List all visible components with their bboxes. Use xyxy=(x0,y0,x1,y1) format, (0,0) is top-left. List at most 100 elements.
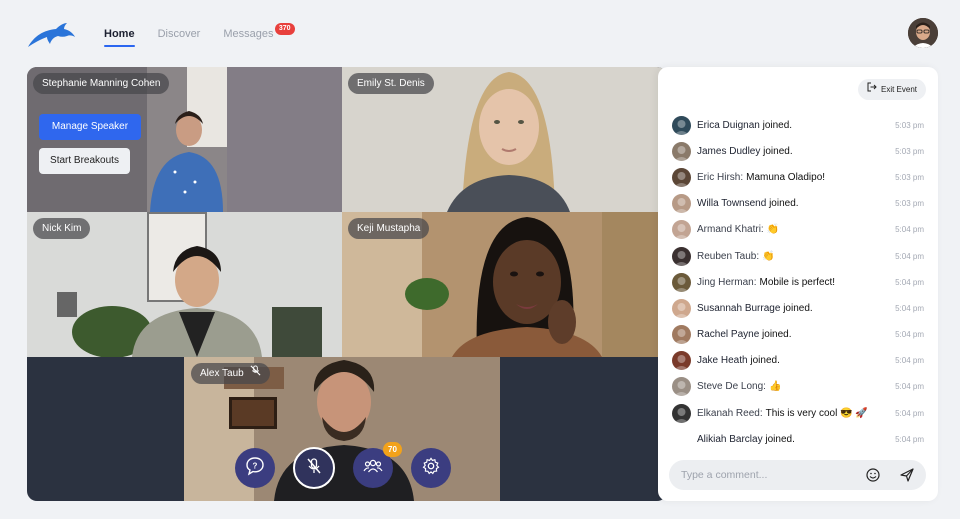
chat-message-list[interactable]: Erica Duignan joined. 5:03 pm James Dudley… xyxy=(672,112,926,452)
chat-message-text: This is very cool 😎 🚀 xyxy=(765,407,868,419)
chat-panel: Exit Event Erica Duignan joined. 5:03 pm J… xyxy=(658,67,938,501)
chat-timestamp: 5:04 pm xyxy=(895,330,924,340)
chat-timestamp: 5:03 pm xyxy=(895,172,924,182)
chat-timestamp: 5:04 pm xyxy=(895,434,924,444)
svg-text:?: ? xyxy=(253,461,258,470)
chat-separator: : xyxy=(753,276,757,288)
chat-timestamp: 5:04 pm xyxy=(895,225,924,235)
chat-separator: : xyxy=(760,224,764,236)
chat-avatar[interactable] xyxy=(672,429,691,449)
chat-sender-name: Elkanah Reed xyxy=(697,407,760,419)
nav-discover[interactable]: Discover xyxy=(158,26,201,42)
messages-badge: 370 xyxy=(274,23,295,35)
nav-home[interactable]: Home xyxy=(104,26,135,47)
attendees-button[interactable]: 70 xyxy=(353,442,402,488)
qa-button[interactable]: ? xyxy=(235,448,275,488)
chat-separator: : xyxy=(763,381,766,393)
chat-avatar[interactable] xyxy=(672,377,691,397)
chat-sender-name: Erica Duignan xyxy=(697,119,760,131)
chat-avatar[interactable] xyxy=(672,351,691,371)
chat-avatar[interactable] xyxy=(672,194,691,214)
chat-message-text: joined. xyxy=(762,329,792,341)
user-avatar[interactable] xyxy=(908,18,938,48)
chat-message: Reuben Taub: 👏 5:04 pm xyxy=(672,243,926,269)
chat-avatar[interactable] xyxy=(672,141,691,161)
emoji-icon[interactable] xyxy=(865,467,881,483)
settings-button[interactable] xyxy=(411,448,451,488)
participant-name: Alex Taub xyxy=(200,368,244,379)
chat-sender-name: Jing Herman xyxy=(697,276,754,288)
video-tile-keji[interactable]: Keji Mustapha xyxy=(342,212,667,357)
chat-timestamp: 5:04 pm xyxy=(895,408,924,418)
chat-message-text: joined. xyxy=(762,119,793,131)
chat-message: Eric Hirsh: Mamuna Oladipo! 5:03 pm xyxy=(672,164,926,190)
main-nav: Home Discover Messages 370 xyxy=(104,23,295,47)
video-stage: Stephanie Manning Cohen Manage Speaker S… xyxy=(27,67,667,501)
mute-toggle-button[interactable] xyxy=(293,447,335,489)
chat-message-text: joined. xyxy=(763,145,793,157)
video-tile-nick[interactable]: Nick Kim xyxy=(27,212,342,357)
comment-input[interactable] xyxy=(681,460,851,490)
chat-sender-name: Reuben Taub xyxy=(697,250,757,262)
chat-message: Steve De Long: 👍 5:04 pm xyxy=(672,374,926,400)
exit-event-button[interactable]: Exit Event xyxy=(857,79,926,100)
chat-separator: : xyxy=(756,250,760,262)
participant-name-tag: Nick Kim xyxy=(33,218,91,239)
chat-message: Jake Heath joined. 5:04 pm xyxy=(672,348,926,374)
mic-off-icon xyxy=(250,363,261,384)
chat-sender-name: James Dudley xyxy=(697,145,761,157)
chat-sender-name: Rachel Payne xyxy=(697,329,760,341)
chat-message-text: joined. xyxy=(783,302,813,314)
chat-message-text: Mamuna Oladipo! xyxy=(746,171,826,183)
chat-message: Erica Duignan joined. 5:03 pm xyxy=(672,112,926,138)
participant-name-tag: Emily St. Denis xyxy=(348,73,434,94)
chat-timestamp: 5:04 pm xyxy=(895,303,924,313)
chat-avatar[interactable] xyxy=(672,272,691,292)
people-group-icon xyxy=(363,457,383,480)
participant-name-tag: Alex Taub xyxy=(191,363,270,384)
question-bubble-icon: ? xyxy=(245,456,265,481)
chat-sender-name: Alikiah Barclay xyxy=(697,433,763,445)
chat-message-text: 👏 xyxy=(766,224,780,236)
comment-box xyxy=(669,460,926,490)
chat-message-text: 👍 xyxy=(768,381,782,393)
chat-message: Rachel Payne joined. 5:04 pm xyxy=(672,322,926,348)
chat-avatar[interactable] xyxy=(672,298,691,318)
chat-avatar[interactable] xyxy=(672,220,691,240)
chat-sender-name: Steve De Long xyxy=(697,381,764,393)
participant-name-tag: Keji Mustapha xyxy=(348,218,430,239)
chat-avatar[interactable] xyxy=(672,167,691,187)
nav-messages[interactable]: Messages 370 xyxy=(223,23,295,42)
chat-message-text: joined. xyxy=(765,433,795,445)
chat-avatar[interactable] xyxy=(672,115,691,135)
chat-separator: : xyxy=(759,407,763,419)
chat-avatar[interactable] xyxy=(672,403,691,423)
participant-name: Stephanie Manning Cohen xyxy=(42,78,161,89)
manage-speaker-button[interactable]: Manage Speaker xyxy=(39,114,141,140)
participant-name: Keji Mustapha xyxy=(357,223,421,234)
chat-timestamp: 5:03 pm xyxy=(895,120,924,130)
chat-timestamp: 5:04 pm xyxy=(895,382,924,392)
start-breakouts-button[interactable]: Start Breakouts xyxy=(39,148,130,174)
chat-sender-name: Jake Heath xyxy=(697,355,748,367)
dolphin-logo-icon[interactable] xyxy=(26,22,76,50)
chat-avatar[interactable] xyxy=(672,246,691,266)
video-tile-emily[interactable]: Emily St. Denis xyxy=(342,67,667,212)
gear-icon xyxy=(422,456,440,480)
chat-sender-name: Susannah Burrage xyxy=(697,302,781,314)
exit-icon xyxy=(867,79,877,100)
chat-avatar[interactable] xyxy=(672,325,691,345)
chat-message: Armand Khatri: 👏 5:04 pm xyxy=(672,217,926,243)
participant-name-tag: Stephanie Manning Cohen xyxy=(33,73,170,94)
chat-sender-name: Armand Khatri xyxy=(697,224,761,236)
video-tile-stephanie[interactable]: Stephanie Manning Cohen Manage Speaker S… xyxy=(27,67,342,212)
chat-message-text: joined. xyxy=(769,198,799,210)
chat-message-text: Mobile is perfect! xyxy=(759,276,836,288)
chat-timestamp: 5:04 pm xyxy=(895,251,924,261)
chat-message: Willa Townsend joined. 5:03 pm xyxy=(672,191,926,217)
call-controls: ? 70 xyxy=(235,442,451,489)
chat-sender-name: Willa Townsend xyxy=(697,198,767,210)
chat-message-text: joined. xyxy=(750,355,780,367)
exit-event-label: Exit Event xyxy=(880,85,917,94)
send-icon[interactable] xyxy=(899,467,915,483)
